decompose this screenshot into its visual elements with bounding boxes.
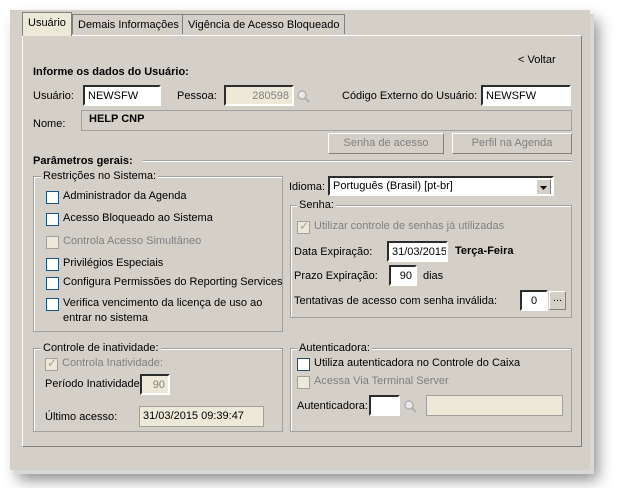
label-reporting-services: Configura Permissões do Reporting Servic… [63, 276, 283, 288]
prazo-expiracao-label: Prazo Expiração: [294, 270, 378, 282]
restricoes-title: Restrições no Sistema: [41, 170, 159, 182]
codigo-externo-label: Código Externo do Usuário: [342, 90, 478, 102]
label-terminal-server: Acessa Via Terminal Server [314, 375, 449, 387]
periodo-inatividade-input[interactable]: 90 [140, 374, 170, 395]
checkbox-acesso-bloqueado[interactable] [46, 213, 59, 226]
search-icon[interactable] [296, 89, 310, 103]
periodo-inatividade-label: Período Inatividade: [45, 378, 143, 390]
inatividade-title: Controle de inatividade: [41, 342, 161, 354]
checkbox-verifica-licenca[interactable] [46, 298, 59, 311]
autenticadora-description-field [426, 395, 563, 416]
tab-demais-informacoes[interactable]: Demais Informações [72, 14, 185, 34]
section-user-title: Informe os dados do Usuário: [33, 66, 189, 78]
pessoa-input[interactable]: 280598 [224, 85, 294, 106]
ultimo-acesso-label: Último acesso: [45, 411, 118, 423]
params-divider [143, 160, 572, 162]
data-expiracao-label: Data Expiração: [294, 246, 373, 258]
checkbox-reporting-services[interactable] [46, 277, 59, 290]
data-expiracao-input[interactable]: 31/03/2015 [387, 241, 448, 262]
idioma-label: Idioma: [289, 181, 326, 193]
checkbox-terminal-server[interactable] [297, 376, 310, 389]
nome-field: HELP CNP [81, 110, 572, 131]
tentativas-ellipsis-button[interactable]: ... [549, 291, 566, 310]
chevron-down-icon[interactable] [536, 179, 551, 194]
checkbox-controle-senhas[interactable]: ✓ [297, 219, 310, 234]
label-acesso-simultaneo: Controla Acesso Simultâneo [63, 235, 202, 247]
label-verifica-licenca-line1: Verifica vencimento da licença de uso ao [63, 297, 263, 309]
autenticadora-code-input[interactable] [369, 395, 400, 416]
tab-usuario[interactable]: Usuário [22, 12, 72, 36]
label-controle-senhas: Utilizar controle de senhas já utilizada… [314, 220, 505, 232]
usuario-label: Usuário: [33, 90, 74, 102]
usuario-input[interactable]: NEWSFW [83, 85, 161, 106]
label-privilegios-especiais: Privilégios Especiais [63, 257, 164, 269]
section-params-title: Parâmetros gerais: [33, 155, 133, 167]
autenticadora-field-label: Autenticadora: [297, 400, 368, 412]
label-verifica-licenca-line2: entrar no sistema [63, 312, 148, 324]
prazo-unit: dias [423, 270, 444, 282]
autenticadora-title: Autenticadora: [297, 342, 372, 354]
senha-title: Senha: [297, 199, 336, 211]
idioma-select[interactable]: Português (Brasil) [pt-br] [328, 176, 554, 196]
tentativas-label: Tentativas de acesso com senha inválida: [294, 295, 498, 307]
tab-vigencia-acesso-bloqueado[interactable]: Vigência de Acesso Bloqueado [182, 14, 346, 34]
search-icon[interactable] [403, 399, 417, 413]
senha-de-acesso-button[interactable]: Senha de acesso [328, 133, 444, 154]
checkbox-acesso-simultaneo[interactable] [46, 236, 59, 249]
label-controla-inatividade: Controla Inatividade: [62, 357, 163, 369]
tentativas-input[interactable]: 0 [520, 290, 548, 311]
perfil-na-agenda-button[interactable]: Perfil na Agenda [452, 133, 572, 154]
dia-semana-text: Terça-Feira [455, 245, 514, 257]
pessoa-label: Pessoa: [177, 90, 217, 102]
label-utiliza-autenticadora: Utiliza autenticadora no Controle do Cai… [314, 357, 521, 369]
checkbox-utiliza-autenticadora[interactable] [297, 358, 310, 371]
idioma-value: Português (Brasil) [pt-br] [333, 180, 453, 192]
prazo-expiracao-input[interactable]: 90 [389, 265, 417, 286]
ultimo-acesso-field: 31/03/2015 09:39:47 [139, 406, 264, 427]
nome-label: Nome: [33, 118, 66, 130]
checkbox-privilegios-especiais[interactable] [46, 258, 59, 271]
checkbox-administrador[interactable] [46, 191, 59, 204]
label-administrador: Administrador da Agenda [63, 190, 187, 202]
checkbox-controla-inatividade[interactable]: ✓ [45, 356, 58, 371]
voltar-link[interactable]: < Voltar [518, 54, 556, 66]
label-acesso-bloqueado: Acesso Bloqueado ao Sistema [63, 212, 213, 224]
codigo-externo-input[interactable]: NEWSFW [481, 85, 571, 106]
